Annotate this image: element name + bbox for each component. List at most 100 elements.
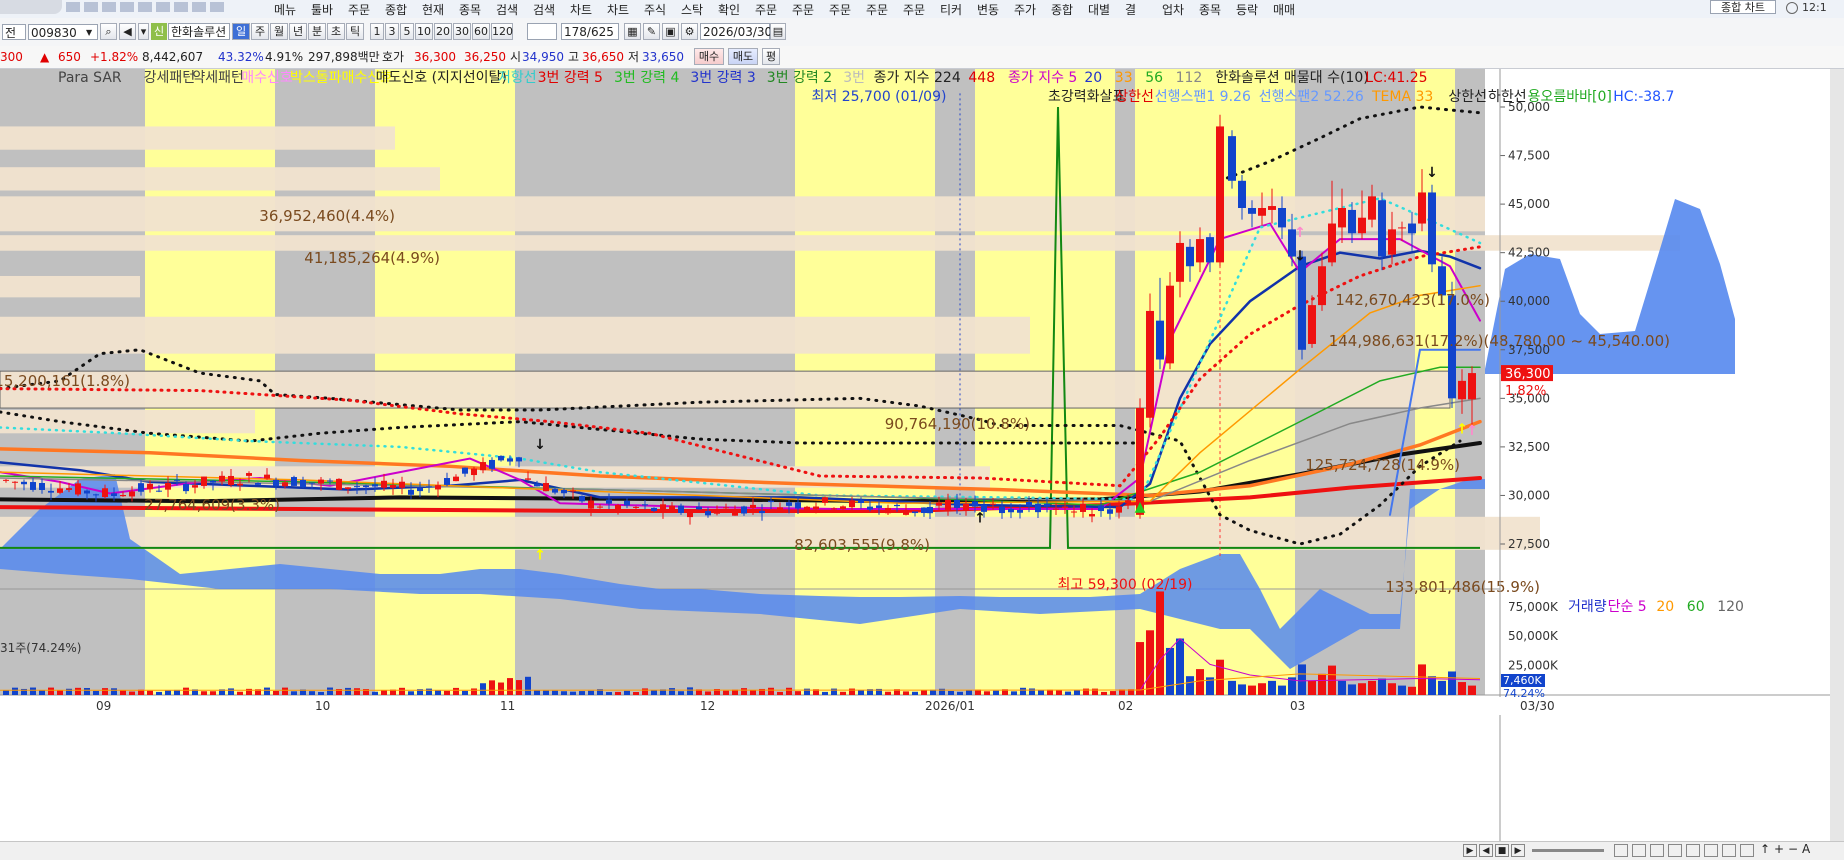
minute-button[interactable]: 30 [453, 23, 471, 40]
minute-button[interactable]: 3 [385, 23, 399, 40]
period-button[interactable]: 주 [251, 23, 269, 40]
menu-item[interactable]: 확인 [718, 1, 740, 18]
menu-item[interactable]: 검색 [533, 1, 555, 18]
period-button[interactable]: 년 [289, 23, 307, 40]
minute-button[interactable]: 120 [491, 23, 513, 40]
menu-item[interactable]: 주문 [829, 1, 851, 18]
menu-item[interactable]: 주문 [792, 1, 814, 18]
layout-icon[interactable] [1668, 844, 1682, 857]
menu-item[interactable]: 종목 [459, 1, 481, 18]
search-icon[interactable]: ⌕ [100, 23, 117, 40]
corner-button[interactable]: 종합 차트 [1710, 0, 1776, 14]
quick-icon[interactable] [102, 2, 116, 12]
layout-icon[interactable] [1722, 844, 1736, 857]
minute-button[interactable]: 20 [434, 23, 452, 40]
forward-icon[interactable]: ▶ [1511, 844, 1525, 857]
menu-item[interactable]: 검색 [496, 1, 518, 18]
date-field[interactable]: 2026/03/30 [700, 23, 772, 40]
quick-icon[interactable] [210, 2, 224, 12]
zoom-icon[interactable]: + [1774, 842, 1784, 856]
signal-arrow-icon: ↑ [534, 548, 546, 564]
draw-icon[interactable]: ✎ [643, 23, 660, 40]
menu-item[interactable]: 매매 [1273, 1, 1295, 18]
menu-item[interactable]: 차트 [607, 1, 629, 18]
menu-item[interactable]: 메뉴 [274, 1, 296, 18]
period-button[interactable]: 초 [327, 23, 345, 40]
play-icon[interactable]: ▶ [1463, 844, 1477, 857]
market-select[interactable]: 전 [2, 24, 26, 40]
volume-profile-label: 142,670,423(17.0%) [1335, 291, 1490, 309]
speaker-icon[interactable]: ◀ [119, 23, 136, 40]
zoom-out-icon[interactable]: − [1788, 842, 1798, 856]
menu-item[interactable]: 업차 [1162, 1, 1184, 18]
layout-icon[interactable] [1632, 844, 1646, 857]
menu-item[interactable]: 등락 [1236, 1, 1258, 18]
dropdown-icon[interactable]: ▼ [86, 28, 92, 37]
layout-icon[interactable] [1686, 844, 1700, 857]
menu-item[interactable]: 차트 [570, 1, 592, 18]
period-button[interactable]: 틱 [346, 23, 364, 40]
menu-item[interactable]: 티커 [940, 1, 962, 18]
menu-item[interactable]: 현재 [422, 1, 444, 18]
stock-chart[interactable]: ↓↑↑▲↓↓↑↑↑최저 25,700 (01/09)최고 59,300 (02/… [0, 69, 1844, 841]
zoom-in-icon[interactable]: ↑ [1760, 842, 1770, 856]
menu-item[interactable]: 종합 [1051, 1, 1073, 18]
eval-button[interactable]: 평 [762, 48, 780, 65]
quick-icon[interactable] [84, 2, 98, 12]
quick-icon[interactable] [120, 2, 134, 12]
sell-button[interactable]: 매도 [728, 48, 758, 65]
candle-body [183, 483, 189, 492]
menu-item[interactable]: 주문 [866, 1, 888, 18]
menu-item[interactable]: 결 [1125, 1, 1136, 18]
save-icon[interactable]: ▣ [662, 23, 679, 40]
interval-input[interactable] [527, 23, 557, 40]
search-area[interactable] [0, 0, 62, 14]
menu-item[interactable]: 주문 [755, 1, 777, 18]
menu-item[interactable]: 툴바 [311, 1, 333, 18]
zoom-slider[interactable] [1532, 849, 1604, 852]
layout-icon[interactable] [1650, 844, 1664, 857]
minute-button[interactable]: 10 [415, 23, 433, 40]
menu-item[interactable]: 대별 [1088, 1, 1110, 18]
count-field[interactable]: 178/625 [561, 23, 619, 40]
period-button[interactable]: 일 [232, 23, 250, 40]
menu-item[interactable]: 주가 [1014, 1, 1036, 18]
volume-bar [66, 688, 72, 695]
font-icon[interactable]: A [1802, 842, 1810, 856]
menu-item[interactable]: 종합 [385, 1, 407, 18]
layout-icon[interactable] [1704, 844, 1718, 857]
calendar-icon[interactable]: ▤ [770, 23, 786, 40]
quick-icon[interactable] [138, 2, 152, 12]
period-button[interactable]: 월 [270, 23, 288, 40]
minute-button[interactable]: 60 [472, 23, 490, 40]
candle-body [453, 476, 459, 482]
layout-icon[interactable] [1614, 844, 1628, 857]
volume-bar [588, 690, 594, 695]
menu-item[interactable]: 주문 [903, 1, 925, 18]
volume-bar [435, 690, 441, 695]
menu-item[interactable]: 스탁 [681, 1, 703, 18]
volume-profile-label: 125,724,728(14.9%) [1305, 456, 1460, 474]
quick-icon[interactable] [174, 2, 188, 12]
quick-icon[interactable] [156, 2, 170, 12]
stock-name-field[interactable]: 한화솔루션 [168, 23, 230, 40]
quick-icon[interactable] [66, 2, 80, 12]
gear-icon[interactable]: ⚙ [681, 23, 698, 40]
indicator-icon[interactable]: ▦ [624, 23, 641, 40]
menu-item[interactable]: 주식 [644, 1, 666, 18]
volume-bar [669, 688, 675, 695]
menu-item[interactable]: 종목 [1199, 1, 1221, 18]
quick-icon[interactable] [192, 2, 206, 12]
buy-button[interactable]: 매수 [694, 48, 724, 65]
stop-icon[interactable]: ■ [1495, 844, 1509, 857]
rewind-icon[interactable]: ◀ [1479, 844, 1493, 857]
chevron-icon[interactable]: ▾ [138, 23, 149, 40]
menu-item[interactable]: 주문 [348, 1, 370, 18]
layout-icon[interactable] [1740, 844, 1754, 857]
candle-body [786, 502, 792, 506]
minute-button[interactable]: 1 [370, 23, 384, 40]
period-button[interactable]: 분 [308, 23, 326, 40]
menu-item[interactable]: 변동 [977, 1, 999, 18]
minute-button[interactable]: 5 [400, 23, 414, 40]
volume-bar [1038, 690, 1044, 695]
